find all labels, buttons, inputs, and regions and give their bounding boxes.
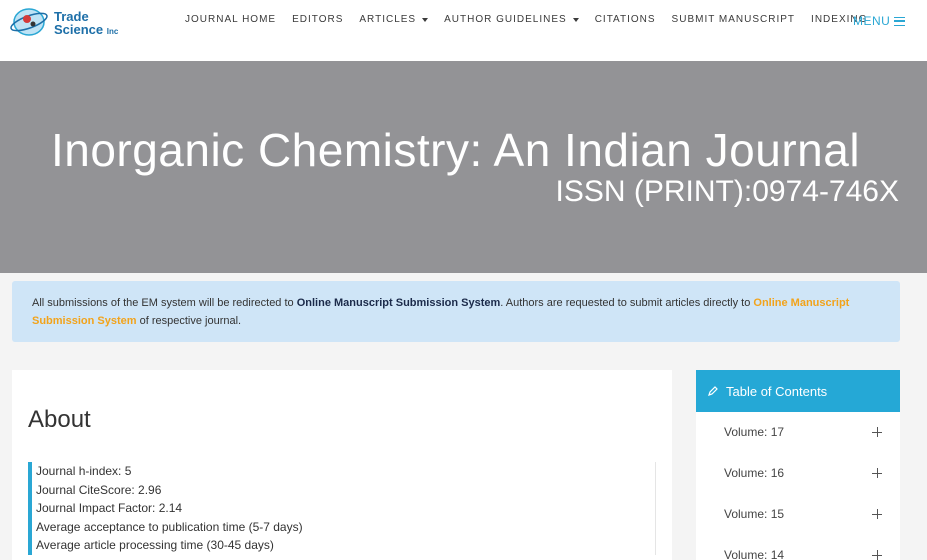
nav-citations[interactable]: CITATIONS (595, 14, 656, 25)
toc-volume-17[interactable]: Volume: 17 (696, 412, 900, 453)
plus-icon[interactable] (872, 468, 882, 478)
volume-label: Volume: 17 (724, 425, 785, 439)
caret-down-icon (422, 17, 429, 22)
nav-label: AUTHOR GUIDELINES (444, 14, 567, 25)
notice-text-2: . Authors are requested to submit articl… (500, 297, 754, 309)
menu-button[interactable]: MENU (853, 14, 906, 28)
nav-label: ARTICLES (359, 14, 417, 25)
logo-line-2-main: Science (54, 22, 104, 37)
notice-section: All submissions of the EM system will be… (0, 273, 927, 360)
toc-title: Table of Contents (726, 383, 828, 399)
metric-citescore: Journal CiteScore: 2.96 (36, 482, 162, 497)
nav-articles[interactable]: ARTICLES (359, 14, 429, 25)
volume-label: Volume: 16 (724, 466, 785, 480)
metric-h-index: Journal h-index: 5 (36, 464, 132, 478)
table-of-contents: Table of Contents Volume: 17 Volume: 16 … (696, 370, 900, 560)
pencil-icon (708, 386, 718, 396)
site-logo[interactable]: Trade Science Inc (10, 4, 130, 42)
journal-issn: ISSN (PRINT):0974-746X (555, 175, 899, 208)
toc-header: Table of Contents (696, 370, 900, 412)
hamburger-icon (894, 16, 906, 26)
notice-strong-text: Online Manuscript Submission System (296, 297, 501, 309)
journal-banner: Inorganic Chemistry: An Indian Journal I… (0, 61, 927, 273)
plus-icon[interactable] (872, 509, 882, 519)
toc-volume-15[interactable]: Volume: 15 (696, 494, 900, 535)
plus-icon[interactable] (872, 550, 882, 560)
menu-label: MENU (853, 14, 891, 28)
main-nav: JOURNAL HOME EDITORS ARTICLES AUTHOR GUI… (185, 14, 883, 25)
journal-metrics: Journal h-index: 5 Journal CiteScore: 2.… (28, 462, 656, 555)
logo-text: Trade Science Inc (54, 10, 118, 38)
about-title: About (28, 406, 91, 433)
journal-title: Inorganic Chemistry: An Indian Journal (50, 124, 861, 176)
submission-notice: All submissions of the EM system will be… (12, 281, 900, 342)
about-card: About Journal h-index: 5 Journal CiteSco… (12, 370, 672, 560)
logo-line-2-suffix: Inc (106, 27, 119, 36)
nav-submit-manuscript[interactable]: SUBMIT MANUSCRIPT (672, 14, 796, 25)
volume-label: Volume: 14 (724, 548, 785, 560)
toc-volume-14[interactable]: Volume: 14 (696, 535, 900, 560)
nav-journal-home[interactable]: JOURNAL HOME (185, 14, 276, 25)
logo-line-2: Science Inc (54, 23, 118, 38)
notice-text-3: of respective journal. (136, 315, 242, 327)
nav-label: SUBMIT MANUSCRIPT (671, 14, 796, 25)
globe-logo-icon (10, 8, 48, 36)
caret-down-icon (572, 17, 579, 22)
site-header: Trade Science Inc JOURNAL HOME EDITORS A… (0, 0, 927, 61)
nav-author-guidelines[interactable]: AUTHOR GUIDELINES (444, 14, 579, 25)
plus-icon[interactable] (872, 427, 882, 437)
nav-label: EDITORS (292, 14, 344, 25)
metric-impact-factor: Journal Impact Factor: 2.14 (36, 501, 183, 515)
toc-volume-16[interactable]: Volume: 16 (696, 453, 900, 494)
metric-processing-time: Average article processing time (30-45 d… (36, 538, 274, 552)
notice-text-1: All submissions of the EM system will be… (32, 297, 297, 309)
nav-label: CITATIONS (594, 14, 656, 25)
volume-label: Volume: 15 (724, 507, 785, 521)
nav-editors[interactable]: EDITORS (292, 14, 343, 25)
nav-label: JOURNAL HOME (185, 14, 277, 25)
metric-acceptance-time: Average acceptance to publication time (… (36, 519, 303, 534)
